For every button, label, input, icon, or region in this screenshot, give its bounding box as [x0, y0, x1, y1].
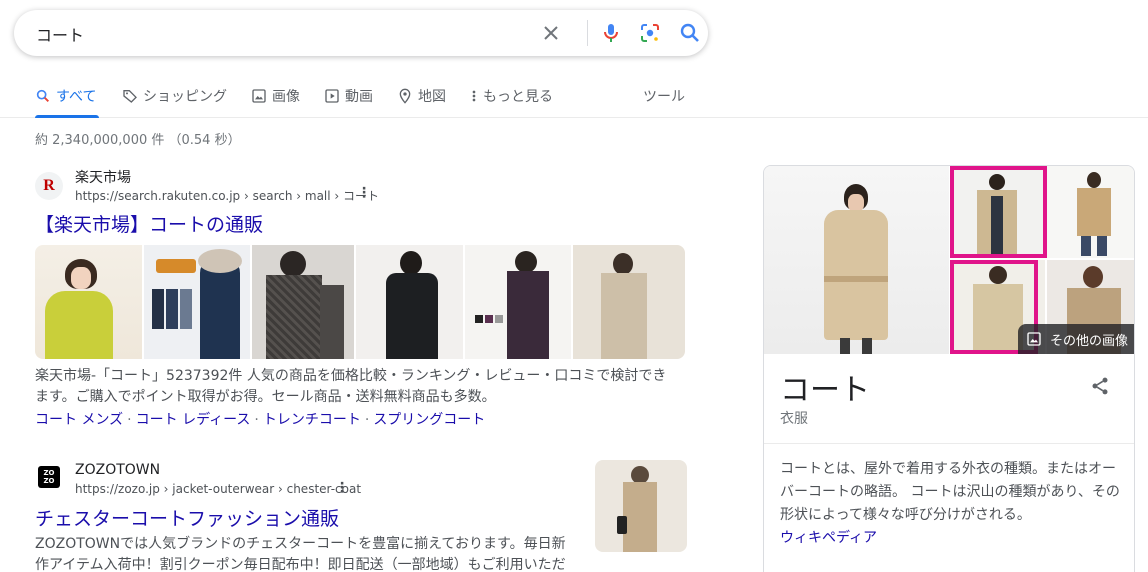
tab-label: すべて: [56, 89, 97, 105]
search-input[interactable]: コート: [36, 22, 84, 46]
knowledge-panel-divider: [764, 443, 1134, 444]
knowledge-panel-title: コート: [780, 373, 870, 408]
tools-button[interactable]: ツール: [643, 84, 685, 108]
sitelink[interactable]: トレンチコート: [263, 412, 361, 428]
sitelinks: コート メンズ · コート レディース · トレンチコート · スプリングコート: [35, 409, 485, 429]
image-strip: [35, 245, 685, 359]
site-name: 楽天市場: [75, 170, 131, 186]
sitelink[interactable]: コート メンズ: [35, 412, 123, 428]
search-icon: [36, 89, 49, 102]
search-icon[interactable]: [678, 21, 702, 45]
tab-shopping[interactable]: ショッピング: [122, 84, 227, 108]
sitelink-separator: ·: [364, 412, 370, 428]
tab-label: 動画: [345, 89, 373, 105]
sitelink[interactable]: コート レディース: [136, 412, 251, 428]
tag-icon: [123, 90, 137, 103]
search-divider: [587, 20, 588, 46]
tab-label: 画像: [272, 89, 300, 105]
search-result: R 楽天市場 https://search.rakuten.co.jp › se…: [35, 165, 695, 435]
active-tab-indicator: [35, 115, 99, 118]
tab-maps[interactable]: 地図: [397, 84, 446, 108]
knowledge-panel-subtitle: 衣服: [780, 411, 808, 427]
clear-icon[interactable]: [539, 21, 563, 45]
site-name: ZOZOTOWN: [75, 462, 161, 478]
play-icon: [325, 89, 339, 103]
lens-icon[interactable]: [638, 21, 662, 45]
wikipedia-link[interactable]: ウィキペディア: [780, 530, 877, 546]
kp-image-main[interactable]: [764, 166, 949, 354]
result-title-link[interactable]: チェスターコートファッション通販: [35, 504, 339, 531]
product-image[interactable]: [573, 245, 685, 359]
result-snippet: ZOZOTOWNでは人気ブランドのチェスターコートを豊富に揃えております。毎日新…: [35, 536, 566, 572]
description-text: コートとは、屋外で着用する外衣の種類。またはオーバーコートの略語。 コートは沢山…: [780, 461, 1120, 523]
knowledge-panel: その他の画像 コート 衣服 コートとは、屋外で着用する外衣の種類。またはオーバー…: [763, 165, 1135, 572]
search-box[interactable]: コート: [14, 10, 708, 56]
tab-label: もっと見る: [483, 89, 553, 105]
product-image[interactable]: [252, 245, 355, 359]
product-image[interactable]: [143, 245, 251, 359]
image-icon: [1027, 332, 1041, 346]
product-image[interactable]: [35, 245, 142, 359]
more-options-icon[interactable]: ⋮: [357, 185, 371, 201]
more-vert-icon: [472, 90, 476, 102]
rakuten-favicon-icon: R: [35, 172, 63, 200]
tools-label: ツール: [643, 89, 685, 105]
tab-images[interactable]: 画像: [251, 84, 300, 108]
kp-image[interactable]: [1047, 166, 1134, 258]
tab-more[interactable]: もっと見る: [470, 84, 553, 108]
product-image[interactable]: [464, 245, 572, 359]
search-result: ZO ZO ZOZOTOWN https://zozo.jp › jacket-o…: [35, 460, 695, 572]
result-thumbnail[interactable]: [595, 460, 687, 552]
knowledge-panel-description: コートとは、屋外で着用する外衣の種類。またはオーバーコートの略語。 コートは沢山…: [780, 458, 1126, 550]
zozo-favicon-icon: ZO ZO: [38, 466, 60, 488]
tab-all[interactable]: すべて: [35, 84, 96, 108]
tab-label: ショッピング: [143, 89, 227, 105]
knowledge-panel-images: その他の画像: [764, 166, 1134, 354]
image-icon: [252, 89, 266, 103]
sitelink[interactable]: スプリングコート: [373, 412, 485, 428]
site-url[interactable]: https://search.rakuten.co.jp › search › …: [75, 187, 379, 204]
sitelink-separator: ·: [254, 412, 259, 428]
result-stats: 約 2,340,000,000 件 （0.54 秒）: [35, 133, 241, 148]
product-image[interactable]: [356, 245, 463, 359]
map-pin-icon: [399, 88, 411, 104]
result-title-link[interactable]: 【楽天市場】コートの通販: [35, 210, 263, 237]
tab-label: 地図: [418, 89, 446, 105]
more-images-label: その他の画像: [1049, 333, 1128, 349]
sitelink-separator: ·: [127, 412, 132, 428]
highlight-box: [950, 166, 1047, 258]
search-tabs: すべて ショッピング 画像 動画 地図 もっと見る ツール: [0, 74, 1148, 118]
site-url[interactable]: https://zozo.jp › jacket-outerwear › che…: [75, 482, 361, 496]
more-options-icon[interactable]: ⋮: [335, 480, 349, 496]
mic-icon[interactable]: [599, 21, 623, 45]
more-images-button[interactable]: その他の画像: [1017, 324, 1134, 354]
tab-videos[interactable]: 動画: [324, 84, 373, 108]
result-snippet: 楽天市場-「コート」5237392件 人気の商品を価格比較・ランキング・レビュー…: [35, 368, 667, 405]
share-icon[interactable]: [1090, 376, 1110, 396]
